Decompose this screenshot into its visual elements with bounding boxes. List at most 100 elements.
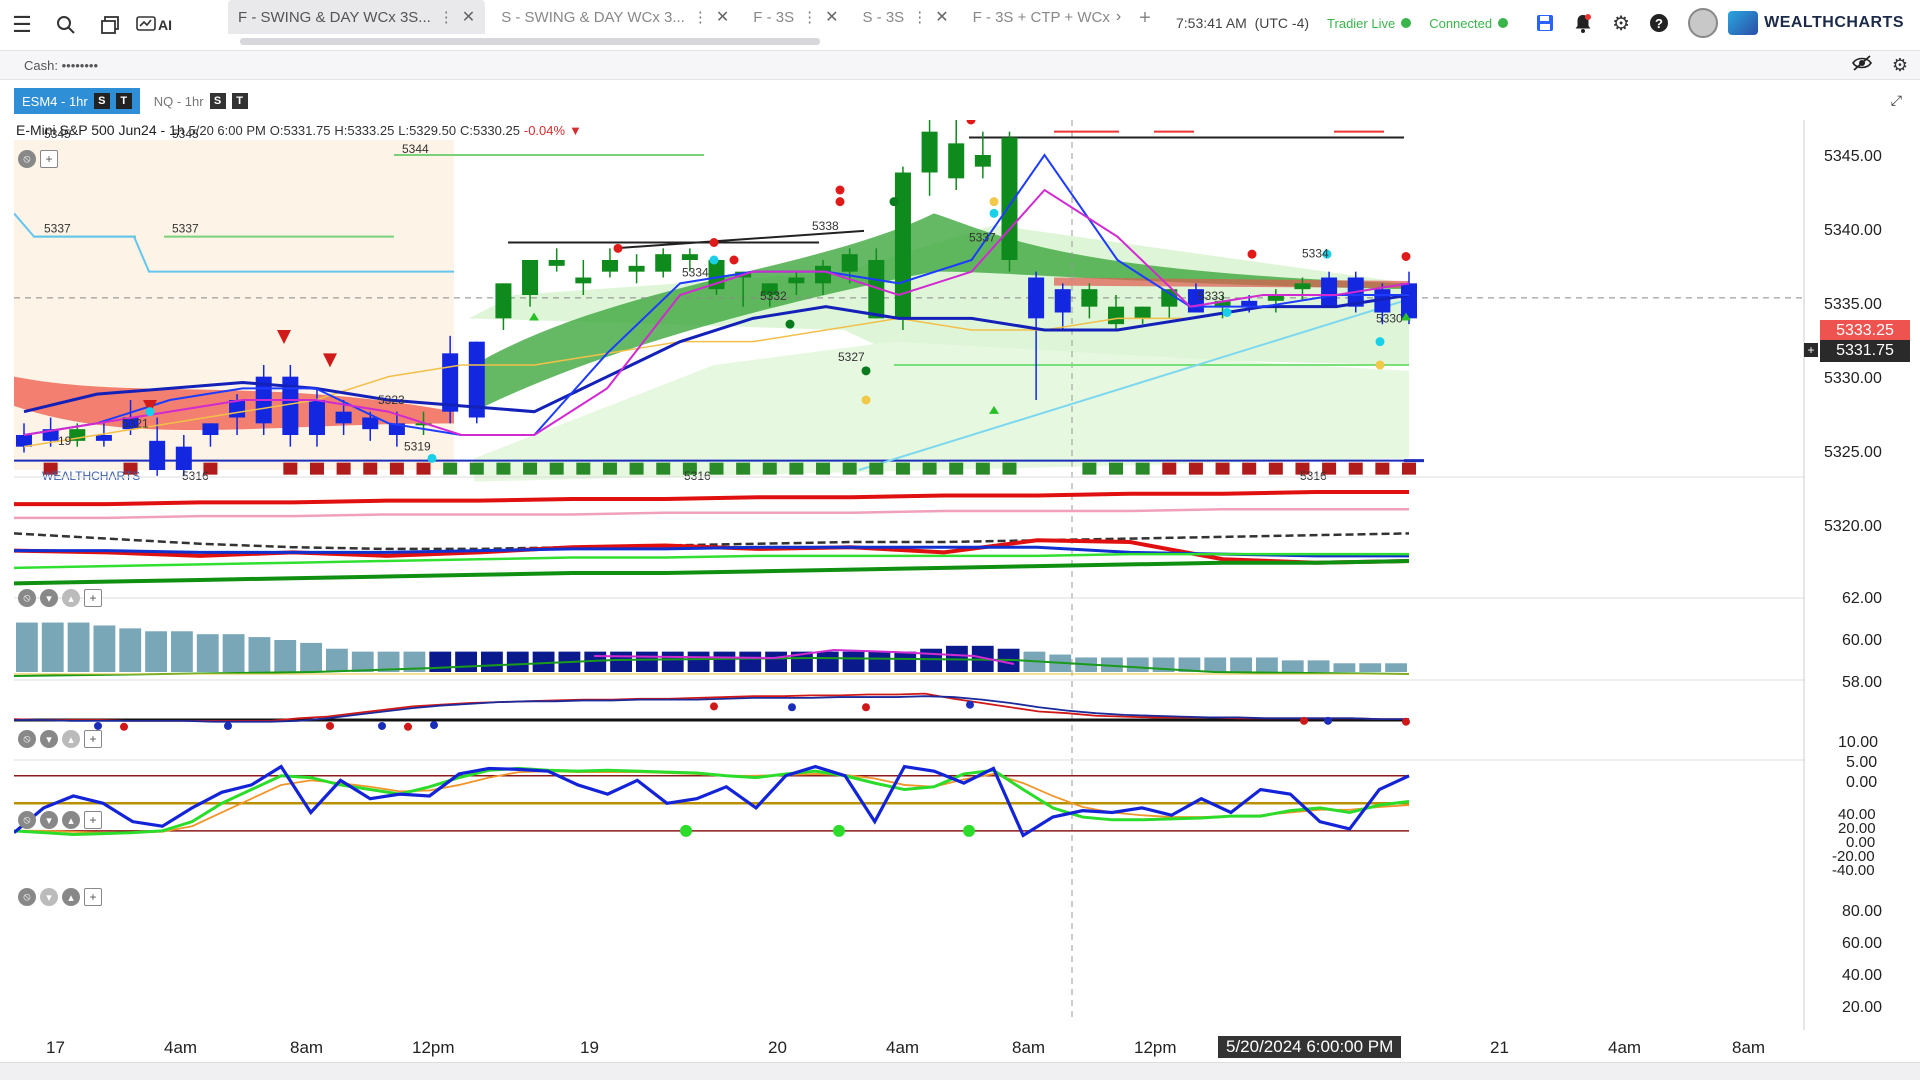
tabs-scroll-right-icon[interactable]: › (1116, 8, 1121, 26)
chart-tab-badge[interactable]: S (93, 93, 110, 109)
signal-dot (729, 255, 739, 265)
price-label: 5316 (684, 469, 711, 483)
add-indicator-icon[interactable]: + (40, 150, 58, 168)
hide-indicator-icon[interactable]: ⦸ (18, 811, 36, 829)
candle (788, 277, 805, 284)
tab-layout-5[interactable]: F - 3S + CTP + WCx › + (963, 0, 1161, 34)
add-tab-icon[interactable]: + (1139, 7, 1151, 30)
histogram-bar (868, 651, 891, 672)
candle (1294, 283, 1311, 290)
pane3-dot (1300, 716, 1308, 725)
collapse-up-icon[interactable]: ▴ (62, 811, 80, 829)
hide-indicator-icon[interactable]: ⦸ (18, 150, 36, 168)
add-indicator-icon[interactable]: + (84, 730, 102, 748)
candle (495, 283, 512, 319)
tradier-status[interactable]: Tradier Live (1327, 16, 1412, 31)
tab-menu-icon[interactable]: ⋮ (802, 8, 817, 26)
chart-tab-esm4[interactable]: ESM4 - 1hr S T (14, 88, 140, 114)
signal-box (869, 462, 884, 475)
main-pane-controls: ⦸ + (18, 150, 58, 168)
signal-box (1082, 462, 1097, 475)
tab-close-icon[interactable]: ✕ (462, 7, 475, 27)
pane3-dot (378, 721, 386, 730)
help-icon[interactable]: ? (1640, 13, 1678, 33)
tab-layout-3[interactable]: F - 3S ⋮ ✕ (743, 0, 848, 34)
ai-assistant-icon[interactable]: AI (132, 0, 176, 50)
hide-balance-icon[interactable] (1851, 55, 1872, 76)
signal-dot (709, 238, 719, 247)
time-axis-label: 12pm (412, 1038, 455, 1057)
time-axis-label: 4am (164, 1038, 198, 1057)
chart-tab-badge[interactable]: S (209, 93, 226, 109)
account-settings-icon[interactable]: ⚙ (1892, 55, 1908, 76)
signal-box (1268, 462, 1283, 475)
tab-menu-icon[interactable]: ⋮ (912, 8, 927, 26)
candle (362, 417, 379, 430)
collapse-down-icon[interactable]: ▾ (40, 888, 58, 906)
tab-menu-icon[interactable]: ⋮ (439, 8, 454, 26)
price-label: 5338 (812, 219, 839, 233)
candle (442, 353, 459, 412)
change-down-icon: ▼ (568, 123, 582, 138)
collapse-down-icon[interactable]: ▾ (40, 811, 58, 829)
tab-layout-1[interactable]: F - SWING & DAY WCx 3S... ⋮ ✕ (228, 0, 486, 34)
layouts-icon[interactable] (88, 0, 132, 50)
add-indicator-icon[interactable]: + (84, 888, 102, 906)
clock-time: 7:53:41 AM (1176, 15, 1247, 31)
pane1-axis-label: 62.00 (1842, 590, 1883, 607)
hide-indicator-icon[interactable]: ⦸ (18, 589, 36, 607)
hide-indicator-icon[interactable]: ⦸ (18, 730, 36, 748)
signal-box (549, 462, 564, 475)
signal-box (842, 462, 857, 475)
tab-layout-4[interactable]: S - 3S ⋮ ✕ (853, 0, 959, 34)
signal-dot (989, 208, 999, 218)
expand-chart-icon[interactable]: ⤢ (1891, 92, 1902, 109)
collapse-up-icon[interactable]: ▴ (62, 730, 80, 748)
menu-icon[interactable]: ☰ (0, 0, 44, 50)
account-bar: Cash: •••••••• ⚙ (0, 50, 1920, 80)
high-value: H:5333.25 (334, 123, 395, 138)
add-indicator-icon[interactable]: + (84, 589, 102, 607)
histogram-bar (171, 631, 193, 672)
chart-tab-badge[interactable]: T (231, 93, 248, 109)
chart-tab-badge[interactable]: T (115, 93, 132, 109)
settings-gear-icon[interactable]: ⚙ (1602, 11, 1640, 36)
signal-box (1188, 462, 1203, 475)
collapse-up-icon[interactable]: ▴ (62, 589, 80, 607)
histogram-bar (713, 651, 736, 672)
candle (894, 172, 911, 319)
time-axis-label: 8am (1732, 1038, 1766, 1057)
tabs-scrollbar[interactable] (240, 38, 820, 45)
price-axis-label: 5345.00 (1824, 148, 1882, 165)
tab-close-icon[interactable]: ✕ (935, 7, 948, 27)
histogram-bar (222, 634, 245, 672)
time-axis-label: 4am (886, 1038, 920, 1057)
chart-area[interactable]: 5345 5345 5344 5337 5337 5338 5337 5334 5334 5332… (14, 120, 1920, 1070)
notifications-bell-icon[interactable] (1564, 13, 1602, 33)
collapse-up-icon[interactable]: ▴ (62, 888, 80, 906)
time-axis-label: 4am (1608, 1038, 1642, 1057)
search-icon[interactable] (44, 0, 88, 50)
save-icon[interactable] (1526, 14, 1564, 32)
signal-box (1109, 462, 1124, 475)
tab-close-icon[interactable]: ✕ (825, 7, 838, 27)
signal-dot (1247, 249, 1257, 259)
add-alert-icon[interactable]: + (1804, 343, 1818, 357)
hide-indicator-icon[interactable]: ⦸ (18, 888, 36, 906)
time-axis-label: 8am (290, 1038, 324, 1057)
collapse-down-icon[interactable]: ▾ (40, 730, 58, 748)
add-indicator-icon[interactable]: + (84, 811, 102, 829)
collapse-down-icon[interactable]: ▾ (40, 589, 58, 607)
tab-close-icon[interactable]: ✕ (716, 7, 729, 27)
chart-tab-nq[interactable]: NQ - 1hr S T (146, 88, 256, 114)
tab-layout-2[interactable]: S - SWING & DAY WCx 3... ⋮ ✕ (491, 0, 739, 34)
price-axis-label: 5325.00 (1824, 444, 1882, 461)
user-avatar[interactable] (1688, 8, 1719, 38)
signal-box (363, 462, 378, 475)
bottom-scrollbar[interactable] (0, 1062, 1920, 1080)
tab-label: S - SWING & DAY WCx 3... (501, 8, 685, 26)
chart-canvas[interactable]: 5345 534553445337 5337 53385337533453345332… (14, 120, 1920, 1070)
candle (1321, 277, 1338, 307)
tab-menu-icon[interactable]: ⋮ (693, 8, 708, 26)
pane3-dot (224, 721, 232, 730)
